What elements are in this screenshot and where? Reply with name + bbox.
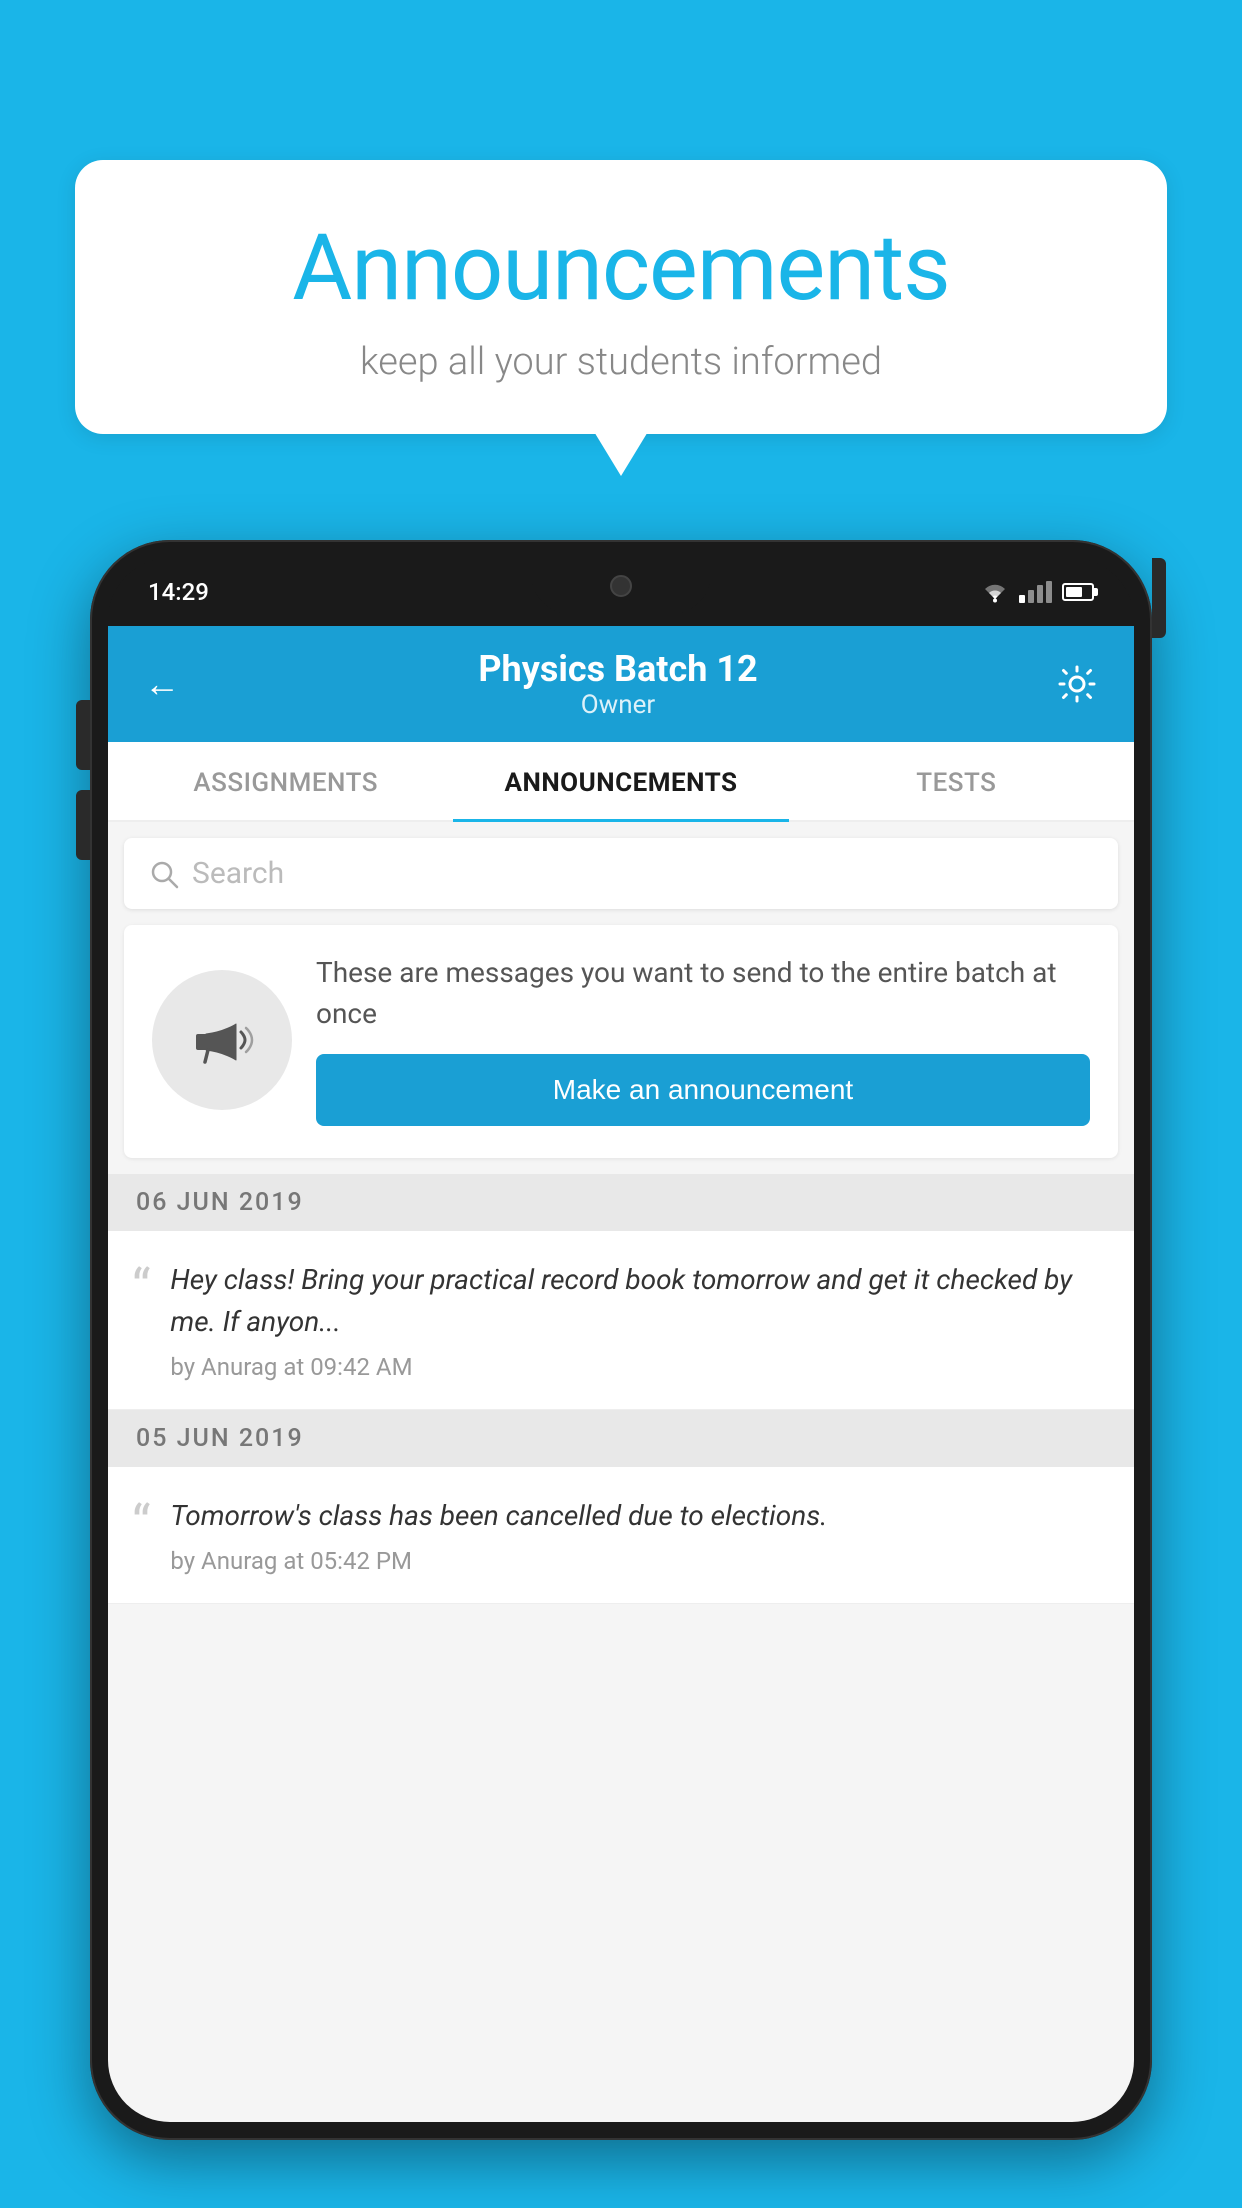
settings-icon[interactable] <box>1056 663 1098 705</box>
quote-icon-2: “ <box>132 1499 150 1575</box>
announcement-text-2: Tomorrow's class has been cancelled due … <box>170 1495 827 1537</box>
volume-down-button <box>76 790 90 860</box>
announcements-title: Announcements <box>135 215 1107 322</box>
megaphone-icon <box>186 1004 258 1076</box>
announcement-item-2[interactable]: “ Tomorrow's class has been cancelled du… <box>108 1467 1134 1604</box>
date-divider-1: 06 JUN 2019 <box>108 1174 1134 1231</box>
search-placeholder: Search <box>192 856 284 891</box>
announcement-text-1: Hey class! Bring your practical record b… <box>170 1259 1106 1343</box>
quote-icon-1: “ <box>132 1263 150 1381</box>
search-icon <box>148 858 180 890</box>
header-subtitle: Owner <box>478 690 757 720</box>
status-icons <box>981 581 1094 603</box>
app-header: ← Physics Batch 12 Owner <box>108 626 1134 742</box>
header-title: Physics Batch 12 <box>478 648 757 690</box>
status-bar: 14:29 <box>108 558 1134 626</box>
speech-bubble: Announcements keep all your students inf… <box>75 160 1167 434</box>
announcements-subtitle: keep all your students informed <box>135 340 1107 384</box>
announcement-content-1: Hey class! Bring your practical record b… <box>170 1259 1106 1381</box>
search-bar[interactable]: Search <box>124 838 1118 909</box>
header-title-block: Physics Batch 12 Owner <box>478 648 757 720</box>
wifi-icon <box>981 581 1009 603</box>
tab-tests[interactable]: TESTS <box>789 742 1124 820</box>
tab-assignments[interactable]: ASSIGNMENTS <box>118 742 453 820</box>
date-divider-2: 05 JUN 2019 <box>108 1410 1134 1467</box>
promo-description: These are messages you want to send to t… <box>316 953 1090 1034</box>
announcement-content-2: Tomorrow's class has been cancelled due … <box>170 1495 827 1575</box>
speech-bubble-container: Announcements keep all your students inf… <box>75 160 1167 434</box>
signal-icon <box>1019 581 1052 603</box>
announcement-item-1[interactable]: “ Hey class! Bring your practical record… <box>108 1231 1134 1410</box>
back-button[interactable]: ← <box>144 663 180 705</box>
promo-content: These are messages you want to send to t… <box>316 953 1090 1126</box>
announcement-meta-2: by Anurag at 05:42 PM <box>170 1547 827 1575</box>
volume-up-button <box>76 700 90 770</box>
camera <box>610 575 632 597</box>
tabs-bar: ASSIGNMENTS ANNOUNCEMENTS TESTS <box>108 742 1134 822</box>
phone-mockup: 14:29 <box>90 540 1152 2208</box>
status-time: 14:29 <box>148 578 209 606</box>
announcement-promo: These are messages you want to send to t… <box>124 925 1118 1158</box>
announcement-meta-1: by Anurag at 09:42 AM <box>170 1353 1106 1381</box>
make-announcement-button[interactable]: Make an announcement <box>316 1054 1090 1126</box>
promo-icon-circle <box>152 970 292 1110</box>
phone-notch <box>531 558 711 614</box>
phone-screen: ← Physics Batch 12 Owner ASSIGNMENTS ANN… <box>108 626 1134 2122</box>
battery-icon <box>1062 583 1094 601</box>
power-button <box>1152 558 1166 638</box>
tab-announcements[interactable]: ANNOUNCEMENTS <box>453 742 788 820</box>
